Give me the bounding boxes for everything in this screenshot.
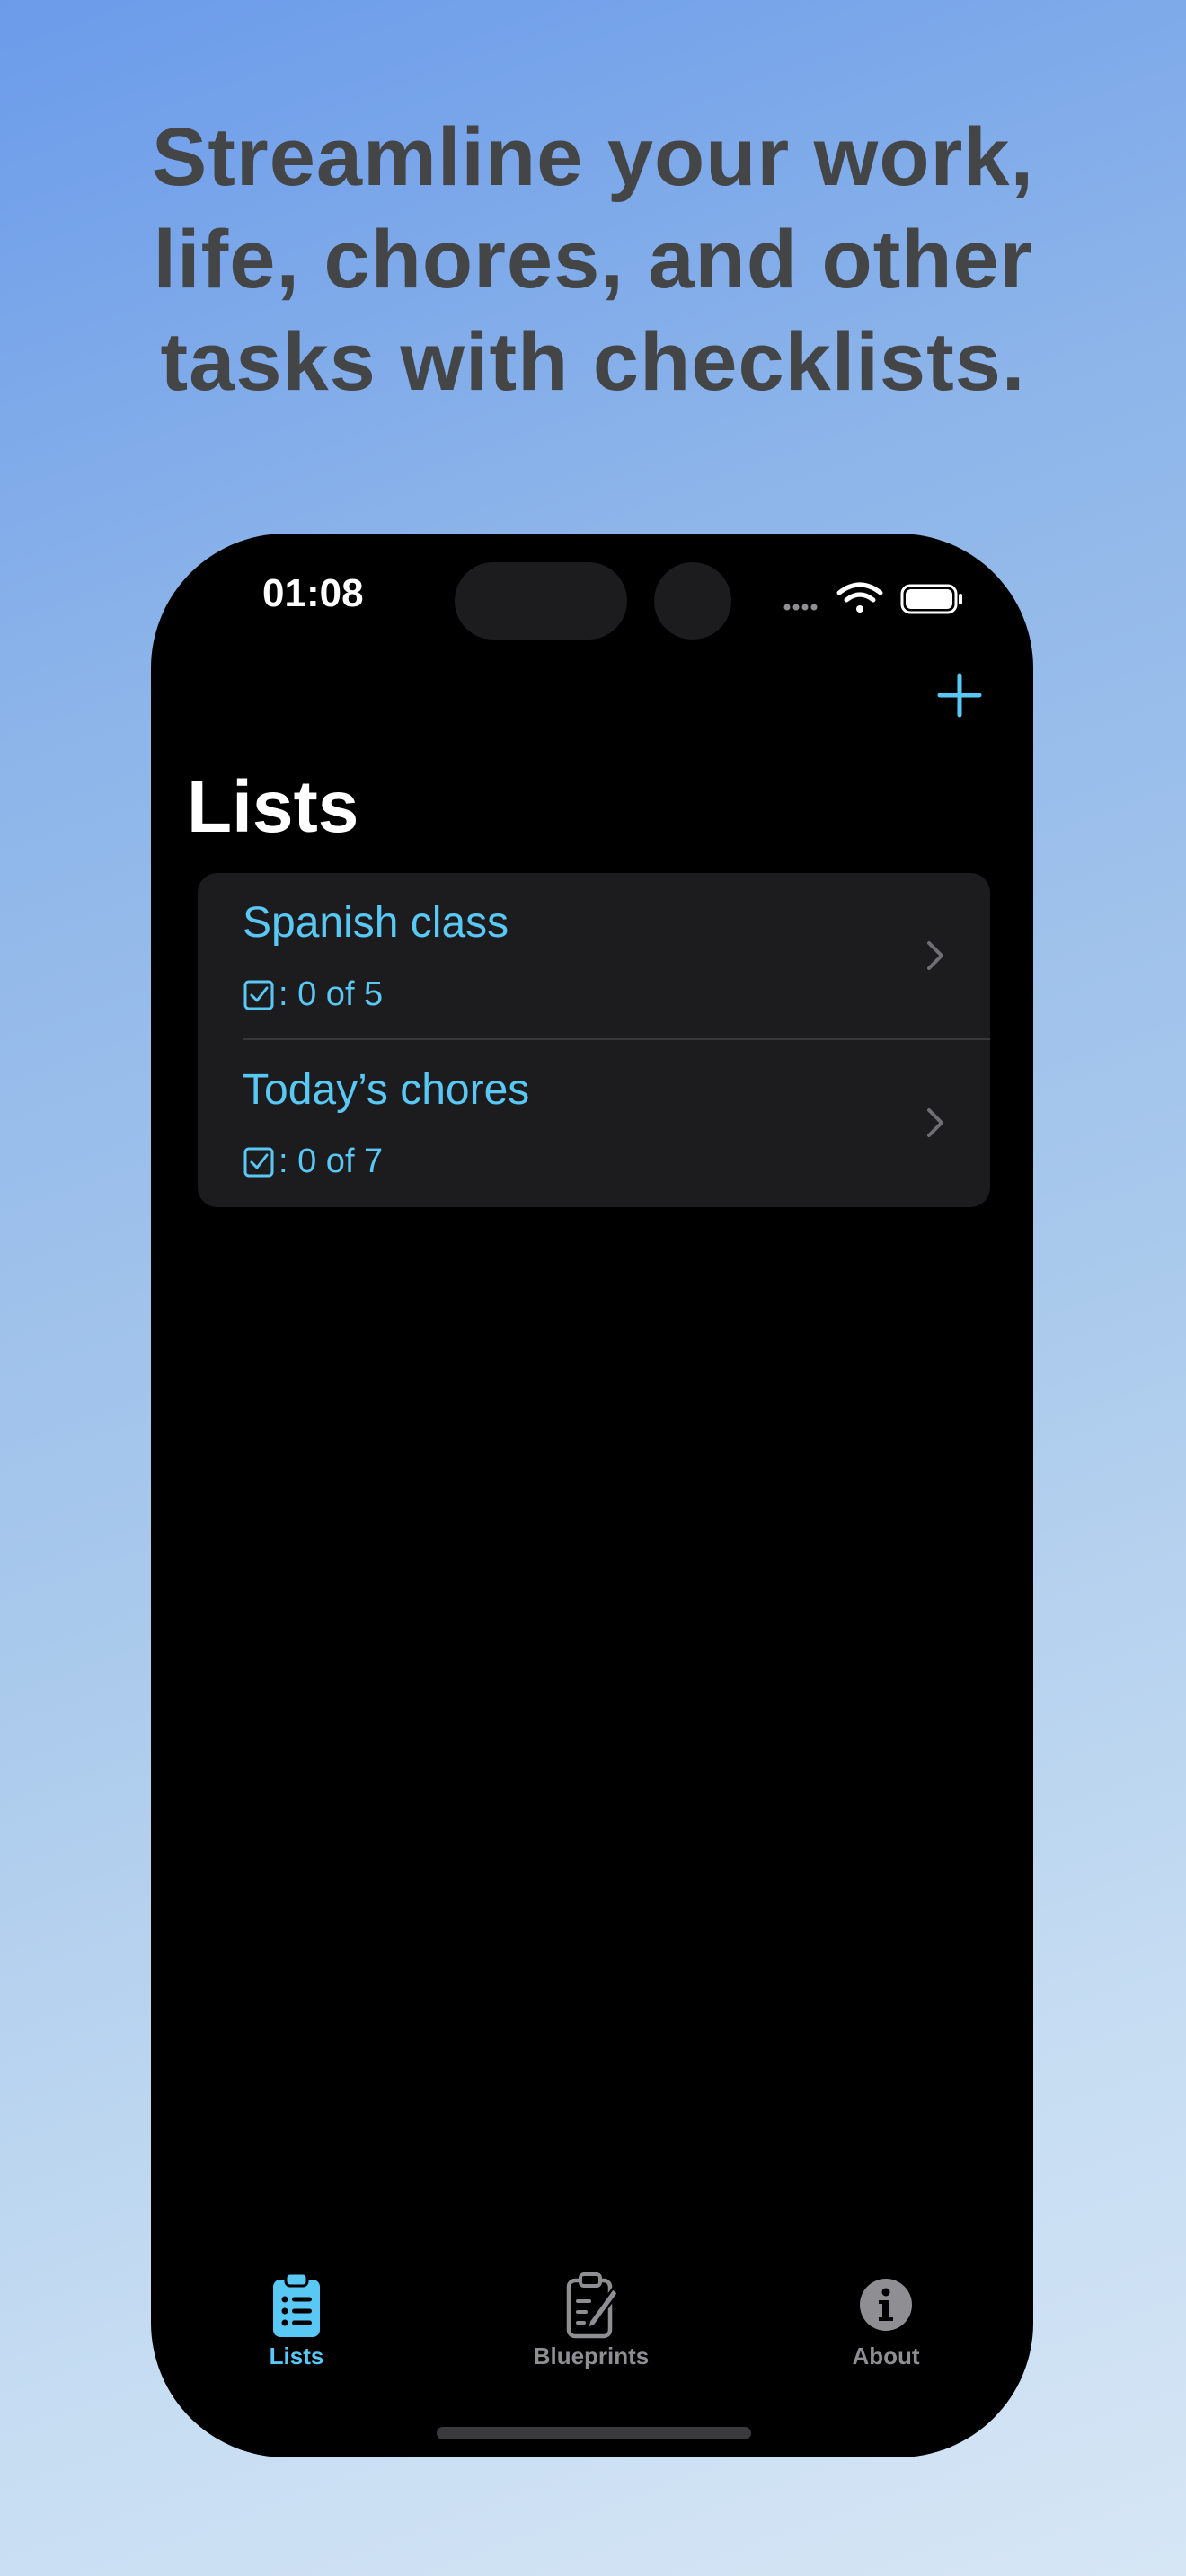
phone-frame: 01:08 Lists Spanish class: 0 of 5 Today… — [151, 534, 1033, 2457]
tab-label: About — [852, 2342, 920, 2369]
home-indicator — [437, 2427, 751, 2439]
chevron-right-icon — [927, 941, 943, 970]
wifi-icon — [836, 582, 883, 613]
list-item-title: Spanish class — [243, 899, 509, 947]
tab-about[interactable]: About — [796, 2271, 976, 2387]
checkbox-icon — [243, 980, 274, 1010]
list-item-spanish-class[interactable]: Spanish class : 0 of 5 — [198, 873, 990, 1040]
tab-label: Blueprints — [533, 2342, 650, 2369]
list-item-progress: : 0 of 5 — [243, 975, 383, 1014]
add-list-button[interactable] — [934, 670, 985, 720]
camera-cutout — [654, 562, 731, 640]
tab-bar: Lists Blueprints About — [151, 2271, 1033, 2387]
chevron-right-icon — [927, 1108, 943, 1137]
list-item-todays-chores[interactable]: Today’s chores : 0 of 7 — [198, 1040, 990, 1207]
signal-dots-icon — [783, 604, 818, 611]
promo-headline: Streamline your work, life, chores, and … — [151, 111, 1035, 408]
list-item-title: Today’s chores — [243, 1066, 530, 1114]
tab-blueprints[interactable]: Blueprints — [501, 2271, 681, 2387]
plus-icon — [937, 673, 982, 718]
checkbox-icon — [243, 1147, 274, 1177]
promo-screen: Streamline your work, life, chores, and … — [0, 0, 1186, 2576]
list-item-progress-text: : 0 of 5 — [279, 975, 384, 1013]
tab-lists[interactable]: Lists — [207, 2271, 386, 2387]
status-icons — [783, 582, 962, 614]
battery-icon — [900, 584, 962, 614]
status-time: 01:08 — [262, 571, 364, 615]
clipboard-pencil-icon — [566, 2272, 620, 2339]
page-title: Lists — [187, 766, 359, 848]
lists-card: Spanish class : 0 of 5 Today’s chores: … — [198, 873, 990, 1207]
list-item-progress: : 0 of 7 — [243, 1142, 383, 1181]
tab-label: Lists — [269, 2342, 324, 2369]
info-circle-icon — [860, 2279, 912, 2331]
clipboard-list-icon — [273, 2272, 320, 2337]
dynamic-island — [455, 562, 627, 640]
list-item-progress-text: : 0 of 7 — [279, 1142, 384, 1180]
